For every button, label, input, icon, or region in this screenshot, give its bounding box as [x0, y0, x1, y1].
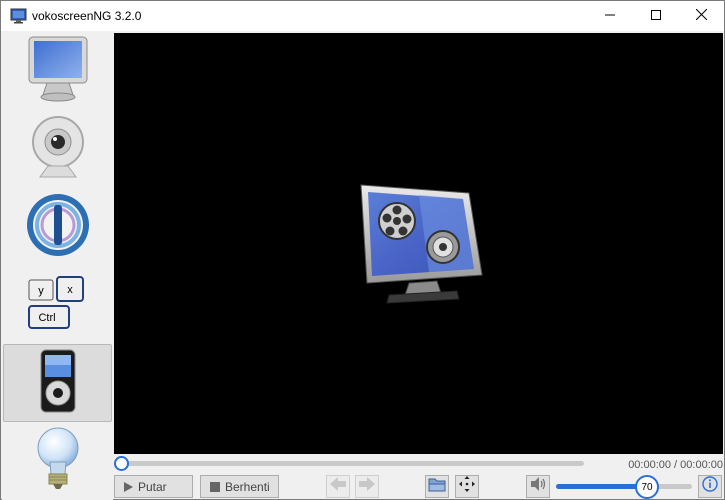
- play-icon: [124, 481, 133, 492]
- volume-slider[interactable]: [556, 484, 692, 489]
- lightbulb-icon: [36, 426, 80, 497]
- open-file-button[interactable]: [425, 475, 449, 498]
- stop-icon: [210, 481, 220, 492]
- folder-icon: [428, 477, 446, 497]
- close-icon: [695, 7, 707, 25]
- film-speaker-monitor-icon: [359, 183, 487, 305]
- minimize-icon: [605, 7, 615, 25]
- speaker-icon: [530, 477, 546, 496]
- vokoscreen-app-icon: [10, 8, 27, 24]
- seek-handle[interactable]: [114, 456, 129, 471]
- media-player-icon: [37, 348, 79, 419]
- sidebar-item-camera[interactable]: [3, 110, 112, 188]
- info-icon: [702, 476, 718, 497]
- power-circle-icon: [25, 192, 91, 263]
- sidebar-item-system[interactable]: [3, 188, 112, 266]
- play-button[interactable]: Putar: [114, 475, 193, 498]
- svg-text:Ctrl: Ctrl: [38, 312, 55, 324]
- sidebar: y x Ctrl: [2, 32, 113, 500]
- forward-button[interactable]: [355, 475, 379, 498]
- monitor-icon: [27, 35, 89, 108]
- stop-label: Berhenti: [225, 479, 270, 494]
- webcam-icon: [30, 114, 86, 185]
- maximize-icon: [651, 7, 661, 25]
- sidebar-item-about[interactable]: [3, 422, 112, 500]
- volume-value: 70: [641, 481, 653, 493]
- stop-button[interactable]: Berhenti: [200, 475, 279, 498]
- arrow-left-icon: [330, 477, 346, 496]
- mute-button[interactable]: [526, 475, 550, 498]
- play-label: Putar: [138, 479, 167, 494]
- arrow-right-icon: [359, 477, 375, 496]
- move-arrows-icon: [459, 476, 475, 497]
- sidebar-item-screencast[interactable]: [3, 32, 112, 110]
- seek-slider[interactable]: [120, 461, 584, 466]
- sidebar-item-shortcuts[interactable]: y x Ctrl: [3, 266, 112, 344]
- back-button[interactable]: [326, 475, 350, 498]
- keyboard-keys-icon: y x Ctrl: [27, 272, 89, 339]
- svg-text:y: y: [38, 285, 44, 297]
- volume-handle[interactable]: 70: [635, 475, 659, 499]
- info-button[interactable]: [698, 475, 722, 498]
- window-title: vokoscreenNG 3.2.0: [32, 9, 142, 23]
- video-display[interactable]: [114, 33, 723, 454]
- close-button[interactable]: [678, 1, 724, 31]
- minimize-button[interactable]: [587, 1, 633, 31]
- maximize-button[interactable]: [633, 1, 679, 31]
- svg-text:x: x: [67, 284, 73, 296]
- time-readout: 00:00:00 / 00:00:00: [628, 459, 723, 471]
- move-button[interactable]: [455, 475, 479, 498]
- sidebar-item-player[interactable]: [3, 344, 112, 422]
- title-bar: vokoscreenNG 3.2.0: [1, 1, 724, 31]
- main-window: vokoscreenNG 3.2.0 y x Ctrl 00:00:00 / 0…: [0, 0, 725, 500]
